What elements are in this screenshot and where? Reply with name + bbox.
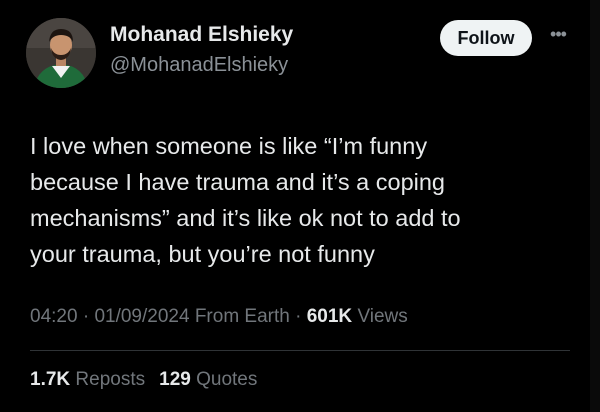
tweet-text: I love when someone is like “I’m funny b… (30, 133, 461, 267)
tweet-source: From Earth (194, 306, 290, 327)
meta-separator: · (77, 306, 95, 327)
author-handle[interactable]: @MohanadElshieky (110, 54, 288, 77)
views-label: Views (357, 306, 408, 327)
follow-button[interactable]: Follow (440, 20, 532, 56)
tweet-card: Mohanad Elshieky @MohanadElshieky Follow… (0, 0, 600, 412)
meta-separator: · (289, 306, 307, 327)
divider (30, 350, 570, 351)
reposts-label: Reposts (75, 369, 146, 390)
reposts-count: 1.7K (30, 369, 71, 390)
tweet-time[interactable]: 04:20 (30, 306, 78, 327)
quotes-label: Quotes (196, 369, 258, 390)
avatar-image (26, 18, 96, 88)
tweet-metadata: 04:20 · 01/09/2024 From Earth · 601K Vie… (30, 306, 408, 328)
views-count[interactable]: 601K (307, 306, 352, 327)
more-horizontal-icon[interactable]: ••• (545, 24, 571, 44)
engagement-stats: 1.7K Reposts 129 Quotes (30, 369, 257, 391)
author-display-name[interactable]: Mohanad Elshieky (110, 23, 293, 47)
reposts-stat[interactable]: 1.7K Reposts (30, 369, 145, 390)
avatar[interactable] (26, 18, 96, 88)
quotes-count: 129 (159, 369, 191, 390)
scrollbar-track (590, 0, 600, 412)
quotes-stat[interactable]: 129 Quotes (159, 369, 257, 390)
tweet-date[interactable]: 01/09/2024 (94, 306, 189, 327)
